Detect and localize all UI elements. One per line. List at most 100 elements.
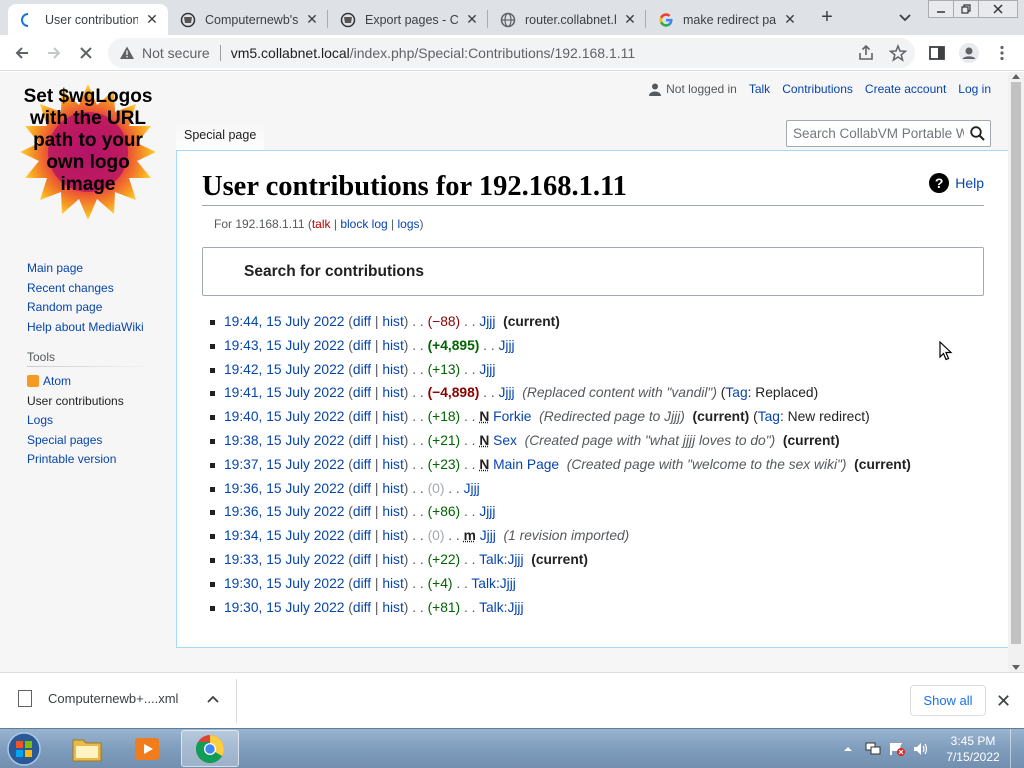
- chevron-up-icon[interactable]: [206, 693, 220, 710]
- download-item[interactable]: Computernewb+....xml: [18, 690, 178, 707]
- page-link[interactable]: Jjjj: [499, 385, 515, 400]
- clock[interactable]: 3:45 PM 7/15/2022: [938, 733, 1008, 765]
- start-button[interactable]: [4, 731, 44, 767]
- hist-link[interactable]: hist: [382, 409, 403, 424]
- page-link[interactable]: Jjjj: [479, 314, 495, 329]
- create-account-link[interactable]: Create account: [865, 82, 946, 96]
- contributions-link[interactable]: Contributions: [782, 82, 853, 96]
- sidebar-item-special-pages[interactable]: Special pages: [27, 431, 124, 451]
- close-tab-icon[interactable]: ✕: [622, 11, 638, 28]
- user-talk-link[interactable]: talk: [312, 217, 331, 231]
- diff-link[interactable]: diff: [353, 409, 371, 424]
- page-link[interactable]: Talk:Jjjj: [479, 600, 523, 615]
- minimize-button[interactable]: [928, 0, 954, 18]
- taskbar-media-player[interactable]: [118, 730, 176, 767]
- diff-link[interactable]: diff: [353, 481, 371, 496]
- taskbar-chrome[interactable]: [181, 730, 239, 767]
- close-tab-icon[interactable]: ✕: [144, 11, 160, 28]
- sidebar-item-logs[interactable]: Logs: [27, 411, 124, 431]
- page-link[interactable]: Jjjj: [479, 504, 495, 519]
- revision-timestamp-link[interactable]: 19:40, 15 July 2022: [224, 409, 344, 424]
- show-desktop-button[interactable]: [1010, 729, 1024, 768]
- stop-loading-button[interactable]: [74, 41, 98, 65]
- tab-export-pages[interactable]: Export pages - Co ✕: [328, 4, 488, 35]
- taskbar-explorer[interactable]: [58, 730, 116, 767]
- tab-computernewb[interactable]: Computernewb's ✕: [168, 4, 328, 35]
- restore-button[interactable]: [953, 0, 979, 18]
- block-log-link[interactable]: block log: [340, 217, 387, 231]
- help-label[interactable]: Help: [955, 175, 984, 191]
- page-link[interactable]: Talk:Jjjj: [479, 552, 523, 567]
- diff-link[interactable]: diff: [353, 552, 371, 567]
- help-link[interactable]: ? Help: [929, 173, 984, 193]
- search-icon[interactable]: [964, 126, 990, 141]
- forward-button[interactable]: [42, 41, 66, 65]
- close-tab-icon[interactable]: ✕: [304, 11, 320, 28]
- tab-special-page[interactable]: Special page: [176, 122, 265, 152]
- hist-link[interactable]: hist: [382, 433, 403, 448]
- sidebar-item-atom[interactable]: Atom: [27, 372, 124, 392]
- hist-link[interactable]: hist: [382, 600, 403, 615]
- tag-link[interactable]: Tag: [758, 409, 780, 424]
- url-text[interactable]: vm5.collabnet.local/index.php/Special:Co…: [231, 45, 635, 61]
- page-link[interactable]: Jjjj: [479, 362, 495, 377]
- diff-link[interactable]: diff: [353, 457, 371, 472]
- tab-router[interactable]: router.collabnet.lo ✕: [488, 4, 646, 35]
- scroll-up-arrow-icon[interactable]: [1012, 74, 1020, 79]
- page-link[interactable]: Main Page: [493, 457, 559, 472]
- bookmark-button[interactable]: [886, 41, 910, 65]
- tab-google-search[interactable]: make redirect pag ✕: [646, 4, 806, 35]
- revision-timestamp-link[interactable]: 19:33, 15 July 2022: [224, 552, 344, 567]
- close-window-button[interactable]: [978, 0, 1018, 18]
- diff-link[interactable]: diff: [353, 528, 371, 543]
- page-link[interactable]: Jjjj: [464, 481, 480, 496]
- hist-link[interactable]: hist: [382, 504, 403, 519]
- talk-link[interactable]: Talk: [749, 82, 770, 96]
- revision-timestamp-link[interactable]: 19:34, 15 July 2022: [224, 528, 344, 543]
- scrollbar-thumb[interactable]: [1011, 82, 1021, 644]
- sidebar-item-recent-changes[interactable]: Recent changes: [27, 279, 144, 299]
- diff-link[interactable]: diff: [353, 433, 371, 448]
- diff-link[interactable]: diff: [353, 504, 371, 519]
- hist-link[interactable]: hist: [382, 457, 403, 472]
- revision-timestamp-link[interactable]: 19:30, 15 July 2022: [224, 576, 344, 591]
- address-bar[interactable]: Not secure vm5.collabnet.local/index.php…: [108, 38, 915, 68]
- hist-link[interactable]: hist: [382, 576, 403, 591]
- hist-link[interactable]: hist: [382, 552, 403, 567]
- sidebar-item-printable-version[interactable]: Printable version: [27, 450, 124, 470]
- security-label[interactable]: Not secure: [142, 45, 210, 61]
- revision-timestamp-link[interactable]: 19:36, 15 July 2022: [224, 504, 344, 519]
- side-panel-button[interactable]: [925, 41, 949, 65]
- search-contributions-panel[interactable]: Search for contributions: [202, 247, 984, 296]
- menu-button[interactable]: [990, 41, 1014, 65]
- page-link[interactable]: Sex: [493, 433, 517, 448]
- diff-link[interactable]: diff: [353, 362, 371, 377]
- close-download-bar-icon[interactable]: ✕: [996, 691, 1011, 712]
- tab-search-chevron-icon[interactable]: [896, 8, 914, 26]
- revision-timestamp-link[interactable]: 19:30, 15 July 2022: [224, 600, 344, 615]
- diff-link[interactable]: diff: [353, 576, 371, 591]
- hist-link[interactable]: hist: [382, 385, 403, 400]
- back-button[interactable]: [10, 41, 34, 65]
- tab-user-contributions[interactable]: User contribution ✕: [8, 4, 168, 35]
- hist-link[interactable]: hist: [382, 314, 403, 329]
- show-all-button[interactable]: Show all: [910, 685, 986, 716]
- revision-timestamp-link[interactable]: 19:37, 15 July 2022: [224, 457, 344, 472]
- page-link[interactable]: Jjjj: [480, 528, 496, 543]
- log-in-link[interactable]: Log in: [958, 82, 991, 96]
- revision-timestamp-link[interactable]: 19:38, 15 July 2022: [224, 433, 344, 448]
- diff-link[interactable]: diff: [353, 385, 371, 400]
- close-tab-icon[interactable]: ✕: [782, 11, 798, 28]
- revision-timestamp-link[interactable]: 19:42, 15 July 2022: [224, 362, 344, 377]
- close-tab-icon[interactable]: ✕: [464, 11, 480, 28]
- scroll-down-arrow-icon[interactable]: [1012, 665, 1020, 670]
- profile-button[interactable]: [957, 41, 981, 65]
- hist-link[interactable]: hist: [382, 528, 403, 543]
- new-tab-button[interactable]: +: [816, 6, 838, 28]
- logs-link[interactable]: logs: [398, 217, 420, 231]
- sidebar-item-random-page[interactable]: Random page: [27, 298, 144, 318]
- page-link[interactable]: Forkie: [493, 409, 531, 424]
- page-link[interactable]: Talk:Jjjj: [471, 576, 515, 591]
- warning-icon[interactable]: [118, 44, 136, 62]
- page-scrollbar[interactable]: [1008, 72, 1024, 672]
